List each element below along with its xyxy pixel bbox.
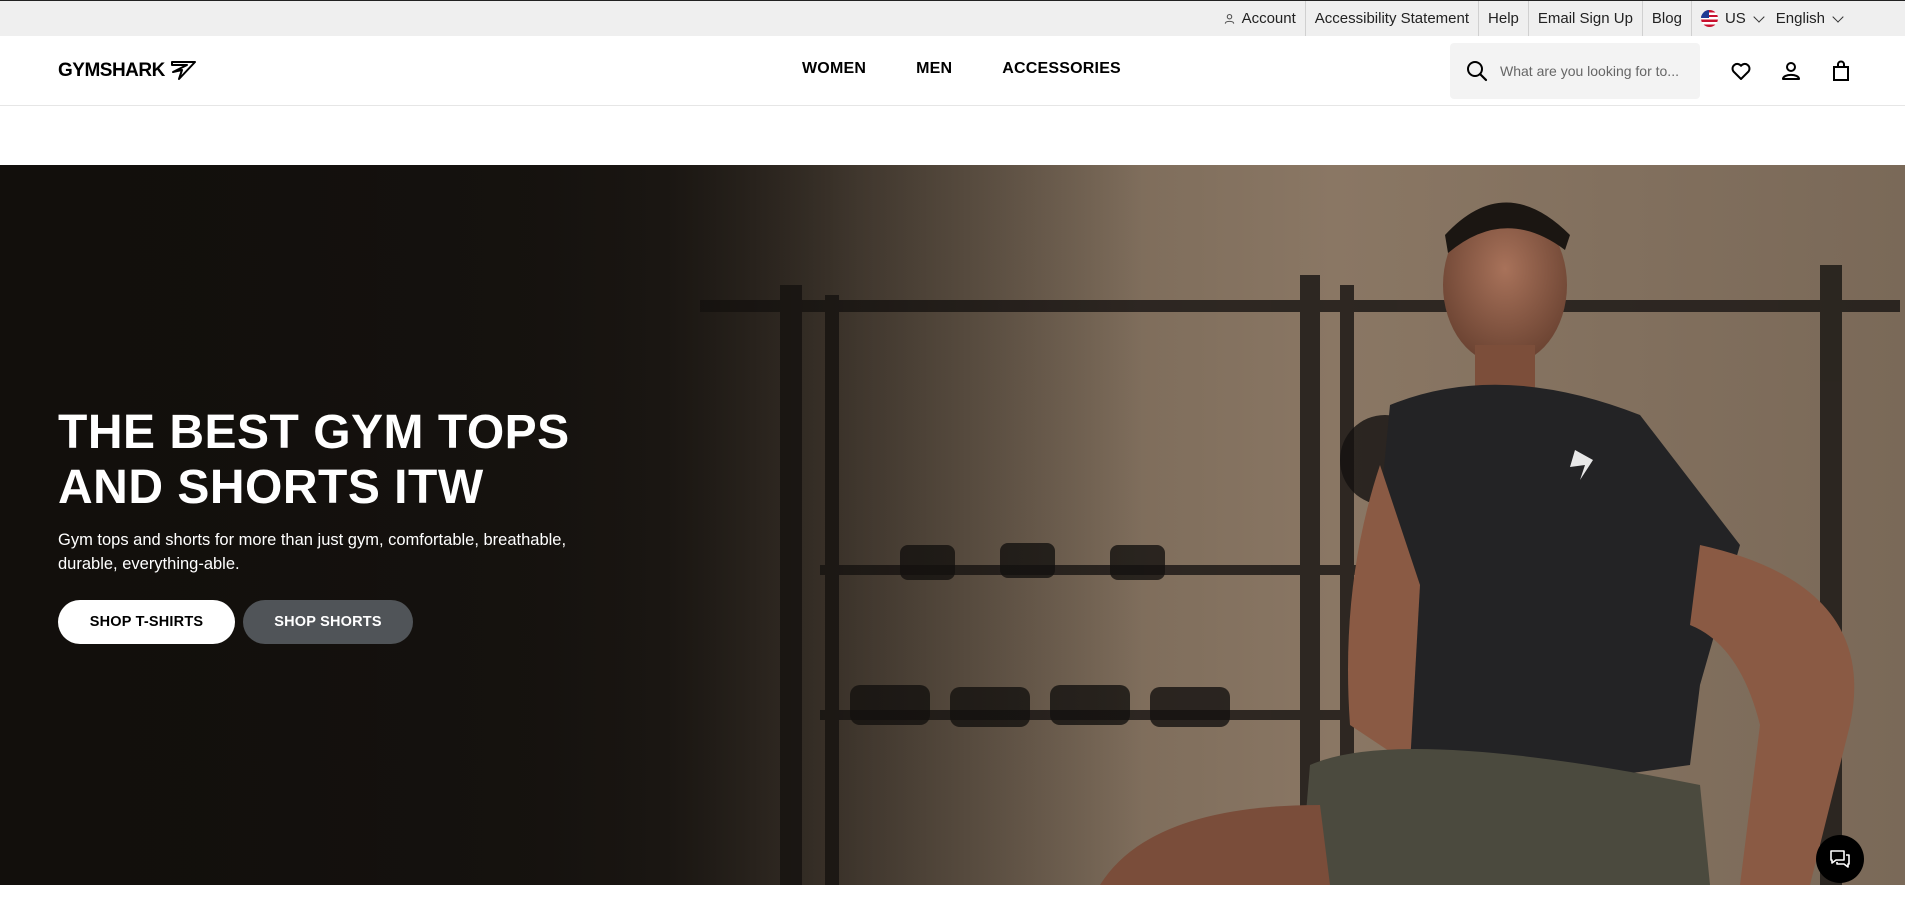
chevron-down-icon [1832,10,1844,23]
accessibility-label: Accessibility Statement [1314,10,1470,27]
nav-women[interactable]: WOMEN [802,60,866,78]
language-selector[interactable]: English [1772,1,1851,37]
shop-shorts-button[interactable]: SHOP SHORTS [243,600,413,644]
blog-label: Blog [1651,10,1682,27]
hero-title-line1: THE BEST GYM TOPS [58,406,570,459]
main-header: GYMSHARK WOMEN MEN ACCESSORIES [0,36,1905,106]
person-icon [1224,13,1234,24]
account-label: Account [1241,10,1296,27]
hero-subtitle: Gym tops and shorts for more than just g… [58,531,567,573]
account-link[interactable]: Account [1215,1,1305,37]
user-icon[interactable] [1779,59,1803,83]
page: Account Accessibility Statement Help Ema… [0,0,1905,913]
hero-banner: THE BEST GYM TOPS AND SHORTS ITW Gym top… [0,165,1905,885]
main-nav: WOMEN MEN ACCESSORIES [802,60,1121,78]
us-flag-icon [1700,10,1718,27]
chat-button[interactable] [1816,835,1864,883]
language-label: English [1775,10,1825,27]
search-icon [1467,61,1488,82]
hero-image [0,165,1905,885]
help-label: Help [1488,10,1519,27]
heart-icon[interactable] [1729,59,1753,83]
shop-tshirts-button[interactable]: SHOP T-SHIRTS [58,600,235,644]
help-link[interactable]: Help [1478,0,1528,37]
bag-icon[interactable] [1829,59,1853,83]
blog-link[interactable]: Blog [1641,0,1691,37]
nav-men[interactable]: MEN [916,60,952,78]
hero-title-line2: AND SHORTS ITW [58,461,484,514]
search-input[interactable] [1500,63,1690,79]
email-signup-label: Email Sign Up [1537,10,1633,27]
chevron-down-icon [1753,10,1765,23]
search-box[interactable] [1450,43,1700,99]
shark-logo-icon [170,61,196,80]
logo[interactable]: GYMSHARK [58,60,197,82]
hero-title: THE BEST GYM TOPS AND SHORTS ITW [58,405,618,515]
region-label: US [1724,10,1746,27]
email-signup-link[interactable]: Email Sign Up [1527,0,1642,37]
chat-icon [1830,850,1850,868]
utility-bar: Account Accessibility Statement Help Ema… [0,0,1905,37]
nav-accessories[interactable]: ACCESSORIES [1002,60,1121,78]
accessibility-link[interactable]: Accessibility Statement [1304,0,1478,37]
logo-text: GYMSHARK [58,60,165,81]
region-selector[interactable]: US [1690,0,1772,37]
